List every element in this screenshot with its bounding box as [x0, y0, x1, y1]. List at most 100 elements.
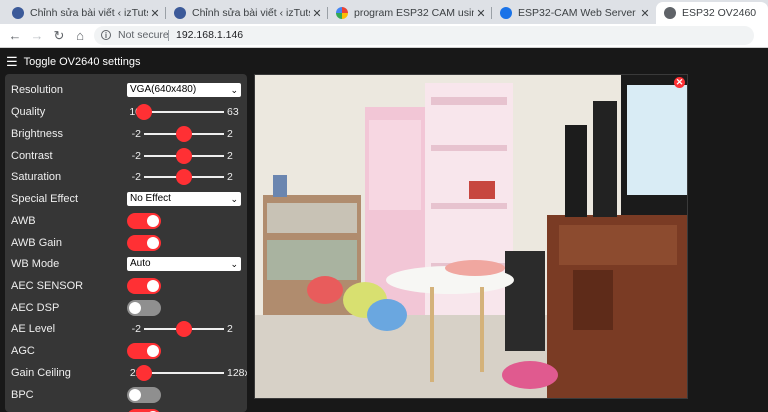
wb-mode-value: Auto: [130, 258, 151, 269]
agc-label: AGC: [11, 345, 35, 357]
chevron-down-icon: ⌄: [230, 259, 238, 269]
contrast-slider[interactable]: [144, 148, 224, 164]
browser-toolbar: ← → ↻ ⌂ i Not secure 192.168.1.146: [0, 24, 768, 48]
ae-level-max: 2: [227, 323, 233, 335]
gain-ceiling-slider[interactable]: [136, 365, 224, 381]
quality-label: Quality: [11, 106, 46, 118]
close-tab-icon[interactable]: ✕: [148, 7, 162, 20]
gain-ceiling-slider-thumb[interactable]: [136, 365, 152, 381]
reload-icon[interactable]: ↻: [50, 27, 68, 45]
tab-title: Chỉnh sửa bài viết ‹ izTuts — Wo: [30, 7, 148, 19]
brightness-label: Brightness: [11, 128, 63, 140]
awb-row: AWB: [11, 210, 241, 232]
agc-toggle[interactable]: [127, 343, 161, 359]
aec-dsp-row: AEC DSP: [11, 297, 241, 319]
chevron-down-icon: ⌄: [230, 194, 238, 204]
wb-mode-select[interactable]: Auto ⌄: [127, 257, 241, 271]
brightness-row: Brightness -2 2: [11, 123, 241, 145]
aec-sensor-label: AEC SENSOR: [11, 280, 84, 292]
ae-level-label: AE Level: [11, 323, 56, 335]
saturation-slider[interactable]: [144, 169, 224, 185]
settings-panel: Resolution VGA(640x480) ⌄ Quality 10 63 …: [5, 74, 247, 412]
saturation-row: Saturation -2 2: [11, 166, 241, 188]
tab-title: Chỉnh sửa bài viết ‹ izTuts — Wo: [192, 7, 310, 19]
resolution-value: VGA(640x480): [130, 84, 197, 95]
quality-max: 63: [227, 106, 239, 118]
ae-level-slider-thumb[interactable]: [176, 321, 192, 337]
brightness-max: 2: [227, 128, 233, 140]
gain-ceiling-row: Gain Ceiling 2x 128x: [11, 362, 247, 384]
aec-sensor-toggle[interactable]: [127, 278, 161, 294]
ae-level-row: AE Level -2 2: [11, 318, 241, 340]
url-text[interactable]: 192.168.1.146: [176, 26, 243, 45]
contrast-min: -2: [131, 150, 141, 162]
page-title: Toggle OV2640 settings: [23, 56, 141, 68]
browser-tab-strip: Chỉnh sửa bài viết ‹ izTuts — Wo ✕ Chỉnh…: [0, 0, 768, 24]
contrast-row: Contrast -2 2: [11, 145, 241, 167]
aec-dsp-toggle[interactable]: [127, 300, 161, 316]
ae-level-min: -2: [131, 323, 141, 335]
resolution-select[interactable]: VGA(640x480) ⌄: [127, 83, 241, 97]
agc-row: AGC: [11, 340, 241, 362]
wb-mode-label: WB Mode: [11, 258, 60, 270]
camera-frame-image: [255, 75, 687, 398]
awb-toggle[interactable]: [127, 213, 161, 229]
quality-row: Quality 10 63: [11, 101, 241, 123]
gain-ceiling-label: Gain Ceiling: [11, 367, 71, 379]
quality-slider-thumb[interactable]: [136, 104, 152, 120]
browser-tab[interactable]: program ESP32 CAM using using ✕: [328, 2, 492, 24]
quality-slider[interactable]: [136, 104, 224, 120]
home-icon[interactable]: ⌂: [71, 27, 89, 45]
saturation-min: -2: [131, 171, 141, 183]
chevron-down-icon: ⌄: [230, 85, 238, 95]
globe-icon: [664, 7, 676, 19]
wb-mode-row: WB Mode Auto ⌄: [11, 253, 241, 275]
brightness-slider-thumb[interactable]: [176, 126, 192, 142]
tab-title: program ESP32 CAM using using: [354, 7, 474, 19]
awb-label: AWB: [11, 215, 36, 227]
saturation-slider-thumb[interactable]: [176, 169, 192, 185]
special-effect-label: Special Effect: [11, 193, 79, 205]
google-icon: [336, 7, 348, 19]
bpc-row: BPC: [11, 384, 241, 406]
bpc-toggle[interactable]: [127, 387, 161, 403]
contrast-label: Contrast: [11, 150, 53, 162]
special-effect-value: No Effect: [130, 193, 171, 204]
saturation-label: Saturation: [11, 171, 62, 183]
menu-icon[interactable]: ☰: [6, 54, 18, 70]
camera-stream: [254, 74, 688, 399]
contrast-max: 2: [227, 150, 233, 162]
info-icon[interactable]: i: [101, 30, 111, 40]
contrast-slider-thumb[interactable]: [176, 148, 192, 164]
awb-gain-label: AWB Gain: [11, 237, 62, 249]
resolution-row: Resolution VGA(640x480) ⌄: [11, 79, 241, 101]
browser-tab-active[interactable]: ESP32 OV2460: [656, 2, 768, 24]
tab-title: ESP32-CAM Web Server with Op: [518, 7, 638, 19]
browser-tab[interactable]: Chỉnh sửa bài viết ‹ izTuts — Wo ✕: [166, 2, 328, 24]
awb-gain-toggle[interactable]: [127, 235, 161, 251]
address-bar[interactable]: i Not secure 192.168.1.146: [94, 26, 754, 45]
awb-gain-row: AWB Gain: [11, 232, 241, 254]
security-label: Not secure: [118, 29, 169, 41]
special-effect-row: Special Effect No Effect ⌄: [11, 188, 241, 210]
saturation-max: 2: [227, 171, 233, 183]
close-stream-icon[interactable]: ✕: [674, 77, 685, 88]
next-setting-row: [11, 406, 241, 412]
close-tab-icon[interactable]: ✕: [638, 7, 652, 20]
close-tab-icon[interactable]: ✕: [310, 7, 324, 20]
browser-tab[interactable]: ESP32-CAM Web Server with Op ✕: [492, 2, 656, 24]
ae-level-slider[interactable]: [144, 321, 224, 337]
aec-sensor-row: AEC SENSOR: [11, 275, 241, 297]
brightness-min: -2: [131, 128, 141, 140]
bpc-label: BPC: [11, 389, 34, 401]
wordpress-icon: [12, 7, 24, 19]
special-effect-select[interactable]: No Effect ⌄: [127, 192, 241, 206]
browser-tab[interactable]: Chỉnh sửa bài viết ‹ izTuts — Wo ✕: [4, 2, 166, 24]
globe-icon: [500, 7, 512, 19]
brightness-slider[interactable]: [144, 126, 224, 142]
back-icon[interactable]: ←: [6, 27, 24, 45]
forward-icon[interactable]: →: [28, 27, 46, 45]
settings-toggle[interactable]: ☰ Toggle OV2640 settings: [6, 54, 140, 70]
close-tab-icon[interactable]: ✕: [474, 7, 488, 20]
tab-title: ESP32 OV2460: [682, 7, 757, 19]
